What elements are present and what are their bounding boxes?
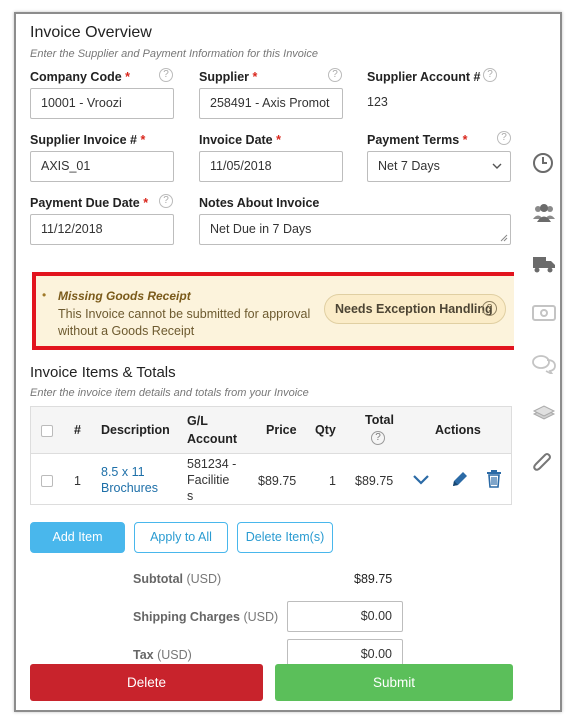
- required-mark: *: [125, 70, 131, 84]
- invoice-items-table: # Description G/L Account Price Qty Tota…: [30, 406, 512, 505]
- supplier-label: Supplier *: [199, 70, 258, 84]
- help-icon[interactable]: ?: [497, 131, 511, 145]
- missing-goods-receipt-alert: • Missing Goods Receipt This Invoice can…: [32, 272, 514, 350]
- required-mark: *: [276, 133, 281, 147]
- alert-bullet: •: [42, 288, 47, 302]
- column-total: Total: [365, 413, 394, 427]
- required-mark: *: [143, 196, 149, 210]
- expand-chevron-icon[interactable]: [412, 473, 430, 487]
- column-gl-line2: Account: [187, 432, 237, 446]
- required-mark: *: [252, 70, 258, 84]
- money-icon[interactable]: [532, 304, 556, 322]
- column-num: #: [74, 423, 81, 437]
- row-checkbox[interactable]: [41, 475, 53, 487]
- delete-items-button[interactable]: Delete Item(s): [237, 522, 333, 553]
- payment-due-date-field[interactable]: 11/12/2018: [30, 214, 174, 245]
- gl-line: s: [187, 489, 194, 503]
- items-section-subtitle: Enter the invoice item details and total…: [30, 387, 309, 399]
- supplier-invoice-label: Supplier Invoice # *: [30, 133, 146, 147]
- column-price: Price: [266, 423, 297, 437]
- supplier-account-value: 123: [367, 95, 388, 109]
- column-actions: Actions: [435, 423, 481, 437]
- row-qty: 1: [329, 474, 336, 488]
- right-icon-rail: [524, 14, 560, 710]
- help-icon[interactable]: ?: [159, 68, 173, 82]
- company-code-field[interactable]: 10001 - Vroozi: [30, 88, 174, 119]
- invoice-content: Invoice Overview Enter the Supplier and …: [16, 14, 514, 710]
- stack-icon[interactable]: [532, 404, 556, 422]
- table-header: # Description G/L Account Price Qty Tota…: [31, 407, 511, 454]
- submit-button[interactable]: Submit: [275, 664, 513, 701]
- column-gl-line1: G/L: [187, 414, 208, 428]
- description-line: 8.5 x 11: [101, 465, 145, 479]
- invoice-date-field[interactable]: 11/05/2018: [199, 151, 343, 182]
- clock-icon[interactable]: [532, 152, 554, 174]
- notes-value: Net Due in 7 Days: [210, 222, 312, 236]
- tax-label: Tax (USD): [133, 648, 192, 662]
- notes-label: Notes About Invoice: [199, 196, 320, 210]
- items-section-title: Invoice Items & Totals: [30, 364, 176, 381]
- shipping-label: Shipping Charges (USD): [133, 610, 279, 624]
- paperclip-icon[interactable]: [532, 451, 554, 475]
- comments-icon[interactable]: [532, 354, 556, 374]
- help-icon[interactable]: ?: [159, 194, 173, 208]
- supplier-account-label: Supplier Account #: [367, 70, 481, 84]
- invoice-date-label: Invoice Date *: [199, 133, 281, 147]
- truck-icon[interactable]: [532, 254, 556, 274]
- row-total: $89.75: [355, 474, 394, 488]
- notes-textarea[interactable]: Net Due in 7 Days: [199, 214, 511, 245]
- payment-terms-value: Net 7 Days: [378, 159, 440, 173]
- supplier-invoice-field[interactable]: AXIS_01: [30, 151, 174, 182]
- page-subtitle: Enter the Supplier and Payment Informati…: [30, 48, 318, 60]
- help-icon[interactable]: ?: [482, 301, 497, 316]
- alert-title: Missing Goods Receipt: [58, 289, 191, 303]
- subtotal-value: $89.75: [354, 572, 393, 586]
- apply-to-all-button[interactable]: Apply to All: [134, 522, 228, 553]
- payment-terms-select[interactable]: Net 7 Days: [367, 151, 511, 182]
- gl-line: 581234 -: [187, 457, 237, 471]
- select-all-checkbox[interactable]: [41, 425, 53, 437]
- users-icon[interactable]: [532, 202, 556, 224]
- item-description-link[interactable]: 8.5 x 11 Brochures: [101, 464, 158, 496]
- chevron-down-icon: [492, 163, 502, 169]
- description-line: Brochures: [101, 481, 158, 495]
- payment-due-date-label: Payment Due Date *: [30, 196, 149, 210]
- page-title: Invoice Overview: [30, 24, 152, 41]
- gl-line: Facilitie: [187, 473, 230, 487]
- row-price: $89.75: [258, 474, 297, 488]
- shipping-field[interactable]: $0.00: [287, 601, 403, 632]
- column-qty: Qty: [315, 423, 336, 437]
- alert-text: This Invoice cannot be submitted for app…: [58, 307, 311, 338]
- needs-exception-handling-button[interactable]: Needs Exception Handling ?: [324, 294, 506, 324]
- row-gl-account: 581234 - Facilitie s: [187, 456, 236, 504]
- add-item-button[interactable]: Add Item: [30, 522, 125, 553]
- column-description: Description: [101, 423, 170, 437]
- resize-handle-icon[interactable]: [500, 234, 508, 242]
- required-mark: *: [140, 133, 146, 147]
- edit-pencil-icon[interactable]: [451, 470, 469, 488]
- help-icon[interactable]: ?: [371, 431, 385, 445]
- payment-terms-label: Payment Terms *: [367, 133, 468, 147]
- delete-button[interactable]: Delete: [30, 664, 263, 701]
- help-icon[interactable]: ?: [483, 68, 497, 82]
- supplier-field[interactable]: 258491 - Axis Promot: [199, 88, 343, 119]
- row-num: 1: [74, 474, 81, 488]
- invoice-panel: Invoice Overview Enter the Supplier and …: [14, 12, 562, 712]
- help-icon[interactable]: ?: [328, 68, 342, 82]
- trash-icon[interactable]: [486, 469, 502, 488]
- required-mark: *: [462, 133, 468, 147]
- exception-button-label: Needs Exception Handling: [335, 302, 493, 316]
- subtotal-label: Subtotal (USD): [133, 572, 222, 586]
- company-code-label: Company Code *: [30, 70, 131, 84]
